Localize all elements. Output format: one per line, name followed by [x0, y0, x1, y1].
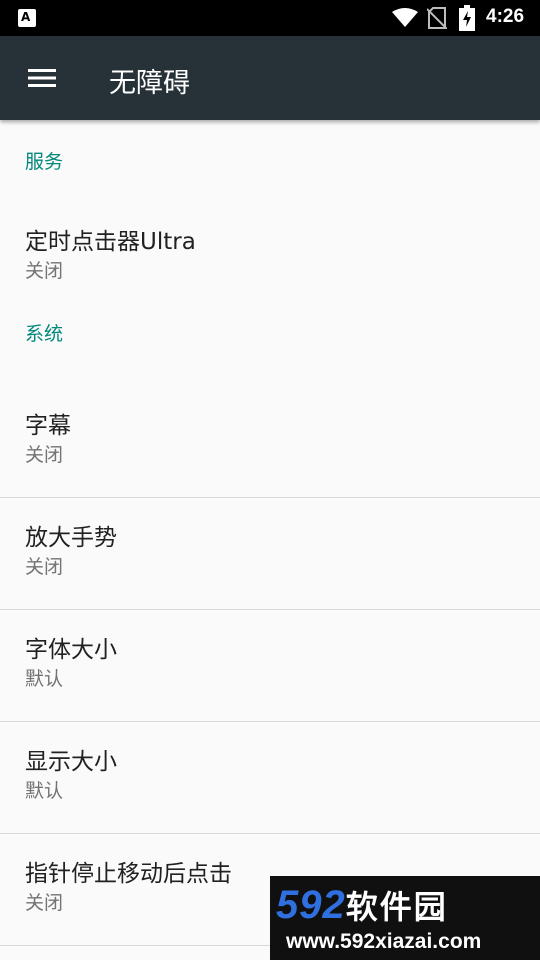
- page-title: 无障碍: [109, 68, 190, 99]
- setting-item-summary: 关闭: [25, 556, 64, 578]
- setting-item-summary: 关闭: [25, 892, 64, 914]
- watermark-brand-number: 592: [276, 883, 346, 927]
- setting-item-summary: 关闭: [25, 260, 64, 282]
- watermark-brand: 592软件园: [276, 882, 448, 928]
- setting-item-summary: 默认: [25, 780, 64, 802]
- section-header-label: 服务: [25, 151, 64, 173]
- app-bar: 无障碍: [0, 36, 540, 120]
- section-header-services: 服务: [0, 120, 540, 200]
- section-header-label: 系统: [25, 323, 64, 345]
- setting-item-title: 放大手势: [25, 525, 117, 551]
- accessibility-app-icon: A: [18, 9, 36, 27]
- wifi-icon: [392, 8, 418, 27]
- setting-item-title: 显示大小: [25, 749, 117, 775]
- setting-item-title: 字体大小: [25, 637, 117, 663]
- setting-item-font-size[interactable]: 字体大小 默认: [0, 610, 540, 722]
- setting-item-title: 定时点击器Ultra: [25, 229, 196, 255]
- watermark-logo: 592软件园 www.592xiazai.com: [270, 876, 540, 960]
- setting-item-title: 字幕: [25, 413, 71, 439]
- status-bar: A 4:26: [0, 0, 540, 36]
- setting-item-summary: 默认: [25, 668, 64, 690]
- watermark-url: www.592xiazai.com: [286, 930, 482, 953]
- hamburger-menu-icon: [28, 69, 56, 87]
- setting-item-magnification-gesture[interactable]: 放大手势 关闭: [0, 498, 540, 610]
- clock: 4:26: [486, 6, 525, 27]
- battery-charging-icon: [459, 5, 475, 31]
- setting-item-title: 指针停止移动后点击: [25, 861, 232, 887]
- setting-item-captions[interactable]: 字幕 关闭: [0, 386, 540, 498]
- setting-item-timed-clicker[interactable]: 定时点击器Ultra 关闭: [0, 200, 540, 300]
- watermark-brand-text: 软件园: [345, 888, 448, 926]
- setting-item-display-size[interactable]: 显示大小 默认: [0, 722, 540, 834]
- navigation-menu-button[interactable]: [18, 58, 66, 98]
- settings-list: 服务 定时点击器Ultra 关闭 系统 字幕 关闭 放大手势 关闭 字体大小 默…: [0, 120, 540, 946]
- section-header-system: 系统: [0, 300, 540, 386]
- no-sim-icon: [427, 7, 447, 29]
- setting-item-summary: 关闭: [25, 444, 64, 466]
